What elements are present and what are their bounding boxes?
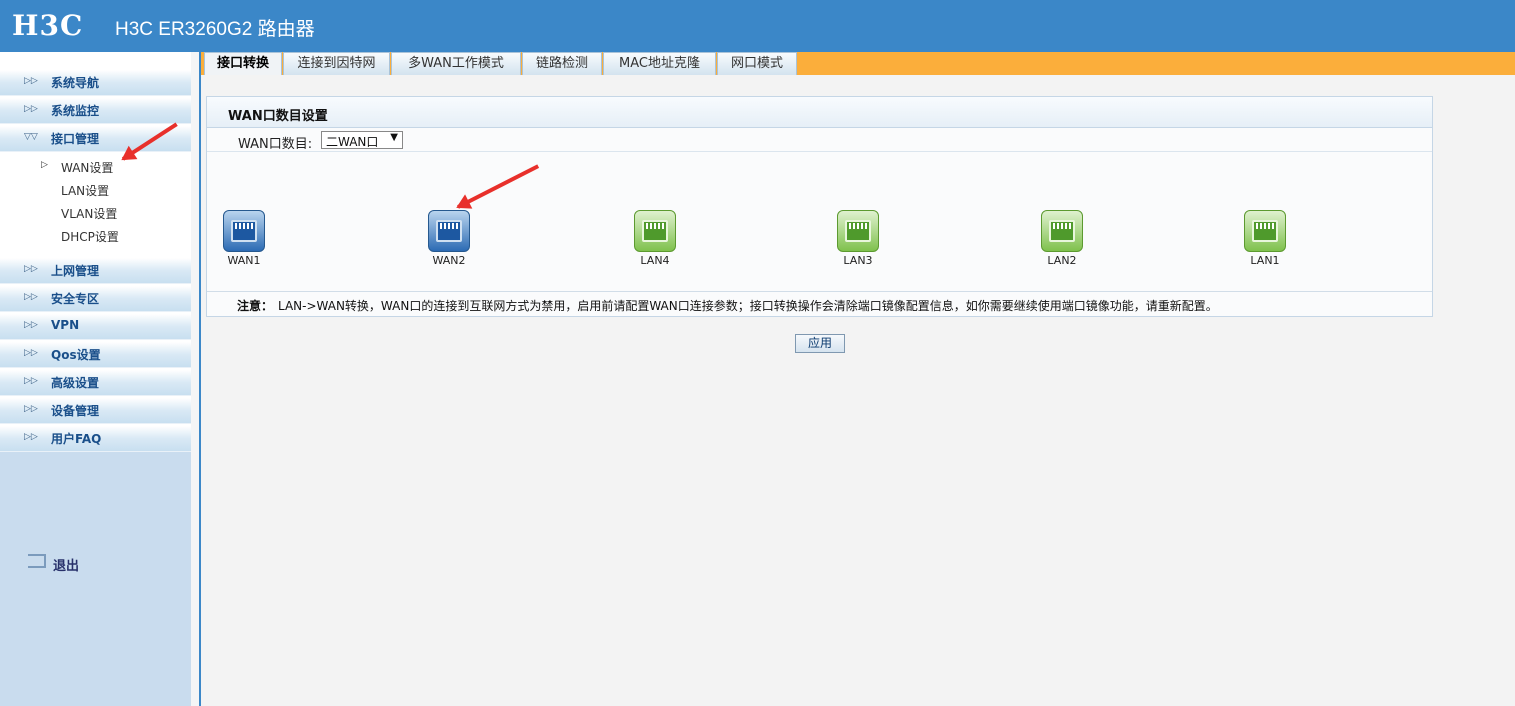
ethernet-port-icon (1041, 210, 1083, 252)
wan-count-panel: WAN口数目设置 WAN口数目: 二WAN口 ▼ WAN1 WAN2 LAN4 … (206, 96, 1433, 317)
sidebar-item-user-faq[interactable]: ▷▷ 用户FAQ (0, 426, 191, 452)
wan-count-select[interactable]: 二WAN口 ▼ (321, 131, 403, 149)
notice-label: 注意： (237, 299, 274, 313)
sidebar-item-advanced[interactable]: ▷▷ 高级设置 (0, 370, 191, 396)
expand-arrow-icon: ▷▷ (24, 376, 38, 386)
sidebar-item-qos[interactable]: ▷▷ Qos设置 (0, 342, 191, 368)
tab-port-mode[interactable]: 网口模式 (717, 52, 797, 75)
sidebar-item-system-nav[interactable]: ▷▷ 系统导航 (0, 70, 191, 96)
notice-text: LAN->WAN转换，WAN口的连接到互联网方式为禁用，启用前请配置WAN口连接… (278, 299, 1218, 313)
ethernet-port-icon (223, 210, 265, 252)
sidebar-subitem-lan[interactable]: LAN设置 (61, 182, 109, 199)
port-wan1[interactable]: WAN1 (222, 210, 266, 267)
expand-arrow-icon: ▷▷ (24, 320, 38, 330)
apply-button[interactable]: 应用 (795, 334, 845, 353)
port-lan3[interactable]: LAN3 (836, 210, 880, 267)
sidebar-item-security[interactable]: ▷▷ 安全专区 (0, 286, 191, 312)
port-lan2[interactable]: LAN2 (1040, 210, 1084, 267)
tab-bar: 接口转换 连接到因特网 多WAN工作模式 链路检测 MAC地址克隆 网口模式 (201, 52, 1515, 75)
tab-link-detection[interactable]: 链路检测 (522, 52, 602, 75)
dropdown-arrow-icon: ▼ (390, 132, 398, 143)
expand-arrow-icon: ▷▷ (24, 404, 38, 414)
sidebar-subitem-wan[interactable]: WAN设置 (61, 159, 113, 176)
port-diagram: WAN1 WAN2 LAN4 LAN3 LAN2 LAN1 (207, 153, 1432, 290)
sidebar-subitem-vlan[interactable]: VLAN设置 (61, 205, 117, 222)
port-wan2[interactable]: WAN2 (427, 210, 471, 267)
logout-icon (28, 554, 46, 568)
expand-arrow-icon: ▷▷ (24, 348, 38, 358)
ethernet-port-icon (634, 210, 676, 252)
sidebar-item-device-management[interactable]: ▷▷ 设备管理 (0, 398, 191, 424)
h3c-logo: H3C (12, 9, 84, 42)
expand-arrow-icon: ▷▷ (24, 432, 38, 442)
tab-mac-clone[interactable]: MAC地址克隆 (603, 52, 716, 75)
sidebar-item-internet-management[interactable]: ▷▷ 上网管理 (0, 258, 191, 284)
tab-multi-wan-mode[interactable]: 多WAN工作模式 (391, 52, 521, 75)
sidebar-subitem-dhcp[interactable]: DHCP设置 (61, 228, 119, 245)
tab-interface-conversion[interactable]: 接口转换 (204, 52, 282, 75)
sidebar-item-vpn[interactable]: ▷▷ VPN (0, 314, 191, 340)
ethernet-port-icon (428, 210, 470, 252)
notice-row: 注意： LAN->WAN转换，WAN口的连接到互联网方式为禁用，启用前请配置WA… (207, 291, 1432, 316)
expand-arrow-icon: ▷▷ (24, 76, 38, 86)
router-title: H3C ER3260G2 路由器 (115, 19, 315, 40)
expand-arrow-icon: ▷▷ (24, 292, 38, 302)
tab-connect-internet[interactable]: 连接到因特网 (283, 52, 390, 75)
sidebar: ▷▷ 系统导航 ▷▷ 系统监控 ▽▽ 接口管理 ▷ WAN设置 LAN设置 VL… (0, 52, 201, 706)
ethernet-port-icon (837, 210, 879, 252)
ethernet-port-icon (1244, 210, 1286, 252)
wan-count-label: WAN口数目: (238, 137, 313, 152)
expand-arrow-icon: ▷▷ (24, 264, 38, 274)
expand-arrow-icon: ▷▷ (24, 104, 38, 114)
sidebar-item-system-monitor[interactable]: ▷▷ 系统监控 (0, 98, 191, 124)
collapse-arrow-icon: ▽▽ (24, 132, 38, 142)
port-lan4[interactable]: LAN4 (633, 210, 677, 267)
selected-arrow-icon: ▷ (41, 160, 48, 170)
top-header: H3C H3C ER3260G2 路由器 (0, 0, 1515, 52)
port-lan1[interactable]: LAN1 (1243, 210, 1287, 267)
panel-title: WAN口数目设置 (228, 109, 328, 124)
